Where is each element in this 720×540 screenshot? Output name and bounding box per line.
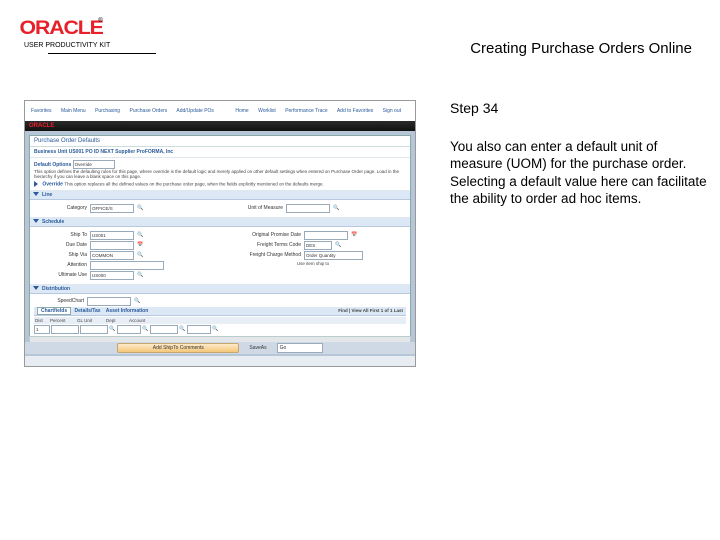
shipto-input[interactable]: US001: [90, 231, 134, 240]
toplink[interactable]: Add to Favorites: [337, 108, 373, 114]
lookup-icon[interactable]: 🔍: [212, 326, 219, 333]
lookup-icon[interactable]: 🔍: [137, 272, 144, 279]
lookup-icon[interactable]: 🔍: [179, 326, 186, 333]
category-input[interactable]: OFFICE/S: [90, 204, 134, 213]
calendar-icon[interactable]: 📅: [137, 242, 144, 249]
ultimateuse-input[interactable]: US000: [90, 271, 134, 280]
tab-chartfields[interactable]: Chartfields: [37, 307, 71, 315]
oracle-logo-block: ORACLE ® USER PRODUCTIVITY KIT: [24, 18, 110, 49]
schedule-section: Ship ToUS001🔍 Due Date📅 Ship ViaCOMMON🔍 …: [30, 227, 410, 285]
app-brand: ORACLE: [25, 123, 54, 129]
override-label: Override: [42, 182, 63, 188]
distribution-section-header[interactable]: Distribution: [30, 285, 410, 294]
default-options-blurb: This option defines the defaulting rules…: [34, 169, 406, 179]
saveas-label: SaveAs: [249, 345, 266, 351]
business-unit-line: Business Unit US001 PO ID NEXT Supplier …: [30, 147, 410, 158]
slide-header: ORACLE ® USER PRODUCTIVITY KIT Creating …: [0, 18, 720, 58]
window-status-bar: [25, 356, 415, 366]
line-section: Category OFFICE/S 🔍 Unit of Measure 🔍: [30, 200, 410, 218]
speedchart-input[interactable]: [87, 297, 131, 306]
crumb[interactable]: Purchase Orders: [129, 108, 167, 114]
shipvia-input[interactable]: COMMON: [90, 251, 134, 260]
crumb[interactable]: Add/Update POs: [176, 108, 214, 114]
toplink[interactable]: Home: [235, 108, 248, 114]
lookup-icon[interactable]: 🔍: [137, 205, 144, 212]
application-screenshot: Favorites Main Menu Purchasing Purchase …: [24, 100, 416, 367]
glunit-cell[interactable]: [80, 325, 108, 334]
schedule-section-header[interactable]: Schedule: [30, 218, 410, 227]
bottom-action-bar: Add ShipTo Comments SaveAs Go: [25, 342, 415, 354]
tab-asset[interactable]: Asset Information: [106, 308, 149, 314]
pane-title: Purchase Order Defaults: [30, 136, 410, 147]
crumb[interactable]: Favorites: [31, 108, 52, 114]
line-section-header[interactable]: Line: [30, 191, 410, 200]
instruction-body: You also can enter a default unit of mea…: [450, 138, 712, 207]
chevron-down-icon: [33, 192, 39, 196]
chevron-down-icon: [33, 219, 39, 223]
uom-label: Unit of Measure: [223, 205, 283, 211]
lookup-icon[interactable]: 🔍: [333, 205, 340, 212]
lookup-icon[interactable]: 🔍: [109, 326, 116, 333]
freightcharge-input[interactable]: Order Quantity: [304, 251, 363, 260]
registered-mark: ®: [98, 18, 102, 24]
lookup-icon[interactable]: 🔍: [142, 326, 149, 333]
default-options-section: Default Options Override This option def…: [30, 158, 410, 191]
dept-cell[interactable]: [117, 325, 141, 334]
account-cell[interactable]: [150, 325, 178, 334]
tab-details[interactable]: Details/Tax: [75, 308, 101, 314]
chevron-down-icon: [33, 286, 39, 290]
grid-nav[interactable]: Find | View All First 1 of 1 Last: [338, 308, 403, 313]
schedule-note: Use item ship to: [223, 261, 403, 266]
attention-input[interactable]: [90, 261, 164, 270]
step-heading: Step 34: [450, 100, 712, 116]
origpromise-input[interactable]: [304, 231, 348, 240]
instruction-column: Step 34 You also can enter a default uni…: [450, 100, 712, 221]
lookup-icon[interactable]: 🔍: [137, 232, 144, 239]
lookup-icon[interactable]: 🔍: [137, 252, 144, 259]
oracle-wordmark: ORACLE: [20, 18, 103, 40]
triangle-icon: [34, 181, 38, 187]
saveas-select[interactable]: Go: [277, 343, 323, 353]
crumb[interactable]: Purchasing: [95, 108, 120, 114]
operunit-cell[interactable]: [187, 325, 211, 334]
duedate-input[interactable]: [90, 241, 134, 250]
toplink[interactable]: Worklist: [258, 108, 276, 114]
override-blurb: This option replaces all the defined val…: [64, 182, 323, 187]
logo-underline: [48, 53, 156, 54]
lookup-icon[interactable]: 🔍: [134, 298, 141, 305]
toplink[interactable]: Sign out: [383, 108, 401, 114]
app-brand-bar: ORACLE: [25, 121, 415, 131]
app-pane: Purchase Order Defaults Business Unit US…: [29, 135, 411, 340]
dist-cell[interactable]: 1: [34, 325, 50, 334]
toplink[interactable]: Performance Trace: [285, 108, 328, 114]
calendar-icon[interactable]: 📅: [351, 232, 358, 239]
lookup-icon[interactable]: 🔍: [335, 242, 342, 249]
app-breadcrumb-bar: Favorites Main Menu Purchasing Purchase …: [25, 101, 415, 121]
slide-title: Creating Purchase Orders Online: [470, 40, 692, 57]
freightterms-input[interactable]: DES: [304, 241, 332, 250]
percent-cell[interactable]: [51, 325, 79, 334]
category-label: Category: [37, 205, 87, 211]
uom-input[interactable]: [286, 204, 330, 213]
default-option-value[interactable]: Override: [73, 160, 115, 169]
crumb[interactable]: Main Menu: [61, 108, 86, 114]
add-shipto-button[interactable]: Add ShipTo Comments: [117, 343, 239, 353]
upk-subline: USER PRODUCTIVITY KIT: [24, 42, 110, 49]
default-options-label: Default Options: [34, 162, 71, 168]
